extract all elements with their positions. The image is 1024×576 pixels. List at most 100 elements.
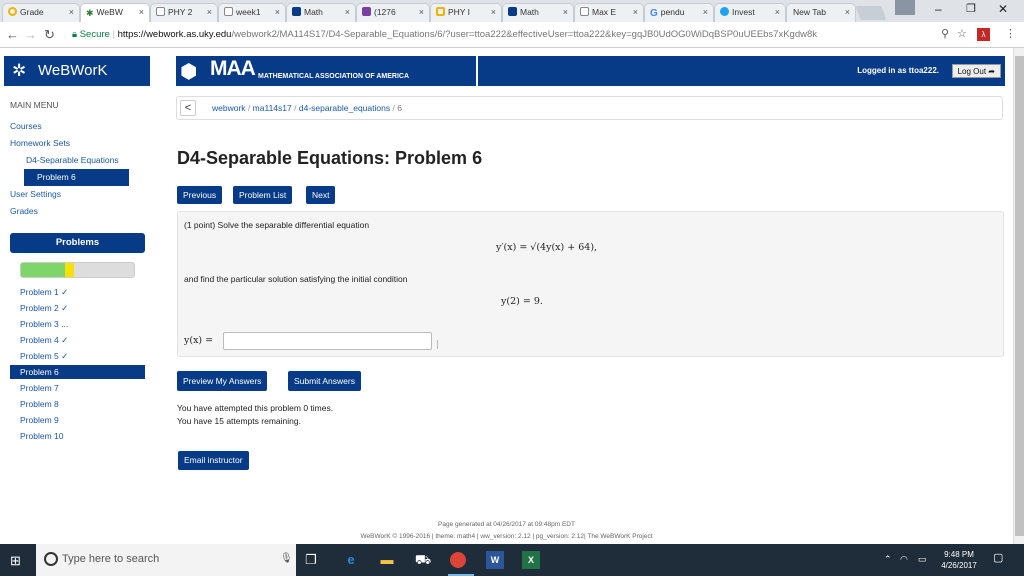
close-icon[interactable]: ×	[703, 7, 708, 17]
breadcrumb-link[interactable]: webwork	[212, 103, 246, 113]
store-icon[interactable]: ⛟	[414, 551, 432, 569]
close-icon[interactable]: ×	[419, 7, 424, 17]
edge-icon[interactable]: e	[342, 551, 360, 569]
page-footer: Page generated at 04/26/2017 at 09:48pm …	[0, 519, 1013, 543]
sidebar-item-courses[interactable]: Courses	[10, 118, 150, 135]
answer-input[interactable]	[223, 332, 432, 350]
problem-list-button[interactable]: Problem List	[233, 186, 293, 204]
browser-tab[interactable]: Math ×	[502, 3, 574, 22]
close-icon[interactable]: ×	[775, 7, 780, 17]
scrollbar-thumb[interactable]	[1015, 56, 1024, 536]
word-icon[interactable]: W	[486, 551, 504, 569]
close-icon[interactable]: ×	[633, 7, 638, 17]
notifications-icon[interactable]: ▢	[993, 553, 1003, 564]
sidebar-item-grades[interactable]: Grades	[10, 203, 150, 220]
battery-icon[interactable]: ▭	[918, 554, 927, 565]
breadcrumb-link[interactable]: ma114s17	[253, 103, 292, 113]
problem-link[interactable]: Problem 7	[10, 380, 150, 396]
problem-link[interactable]: Problem 9	[10, 412, 150, 428]
problem-link[interactable]: Problem 8	[10, 396, 150, 412]
next-button[interactable]: Next	[306, 186, 336, 204]
breadcrumb-link[interactable]: d4-separable_equations	[299, 103, 390, 113]
browser-tab[interactable]: Grade ×	[2, 3, 80, 22]
minimize-icon[interactable]: –	[935, 2, 942, 16]
sidebar-item-homework-sets[interactable]: Homework Sets	[10, 135, 150, 152]
wifi-icon[interactable]: ◠	[900, 554, 908, 565]
page-scrollbar[interactable]	[1013, 48, 1024, 544]
url-field[interactable]: 🔒︎ Secure | https://webwork.as.uky.edu/w…	[72, 25, 928, 45]
browser-tab[interactable]: PHY I ×	[430, 3, 502, 22]
webwork-star-icon: ✲	[12, 61, 27, 80]
problem-link[interactable]: Problem 4 ✓	[10, 332, 150, 348]
pdf-extension-icon[interactable]: λ	[977, 28, 990, 41]
zoom-search-icon[interactable]: ⚲	[941, 27, 949, 40]
logout-button[interactable]: Log Out ➦	[951, 64, 1001, 78]
bookmark-star-icon[interactable]: ☆	[957, 27, 967, 40]
document-icon	[580, 7, 589, 16]
maa-logo[interactable]: ⬢ MAA MATHEMATICAL ASSOCIATION OF AMERIC…	[176, 56, 476, 86]
close-icon[interactable]: ×	[845, 7, 850, 17]
cortana-icon	[44, 552, 58, 566]
tab-label: pendu	[660, 7, 685, 17]
new-tab-button[interactable]	[855, 6, 887, 20]
page-title: D4-Separable Equations: Problem 6	[177, 148, 483, 168]
url-path: /webwork2/MA114S17/D4-Separable_Equation…	[231, 29, 818, 40]
close-window-icon[interactable]: ✕	[998, 2, 1008, 16]
breadcrumb-separator: /	[247, 103, 251, 113]
windows-start-icon[interactable]: ⊞	[10, 553, 24, 568]
browser-tab[interactable]: Invest ×	[714, 3, 786, 22]
square-icon	[436, 7, 445, 16]
tab-label: PHY I	[448, 7, 471, 17]
browser-tab[interactable]: New Tab ×	[786, 3, 856, 22]
excel-icon[interactable]: X	[522, 551, 540, 569]
problem-link[interactable]: Problem 2 ✓	[10, 300, 150, 316]
problem-link-current[interactable]: Problem 6	[10, 365, 145, 379]
show-hidden-icons-icon[interactable]: ⌃	[884, 554, 892, 565]
email-instructor-button[interactable]: Email instructor	[178, 451, 249, 470]
chrome-icon[interactable]	[450, 552, 466, 568]
submit-answers-button[interactable]: Submit Answers	[288, 371, 361, 391]
close-icon[interactable]: ×	[563, 7, 568, 17]
tab-label: Max E	[592, 7, 617, 17]
close-icon[interactable]: ×	[69, 7, 74, 17]
browser-tab[interactable]: PHY 2 ×	[150, 3, 218, 22]
browser-tab[interactable]: Math ×	[286, 3, 356, 22]
problem-link[interactable]: Problem 3 ...	[10, 316, 150, 332]
browser-tab[interactable]: Max E ×	[574, 3, 644, 22]
taskbar-search[interactable]: Type here to search	[36, 544, 296, 576]
browser-tab[interactable]: week1 ×	[218, 3, 286, 22]
close-icon[interactable]: ×	[345, 7, 350, 17]
close-icon[interactable]: ×	[491, 7, 496, 17]
forward-arrow-icon[interactable]: →	[24, 27, 37, 42]
close-icon[interactable]: ×	[275, 7, 280, 17]
sidebar-item-user-settings[interactable]: User Settings	[10, 186, 150, 203]
browser-tab-bar: Grade × ✱ WeBW × PHY 2 × week1 × Math × (1276 ×…	[0, 0, 1024, 22]
browser-tab[interactable]: Gpendu ×	[644, 3, 714, 22]
clock[interactable]: 9:48 PM 4/26/2017	[936, 549, 982, 571]
reload-icon[interactable]: ↻	[44, 27, 55, 43]
task-view-icon[interactable]: ❐	[302, 551, 320, 569]
microphone-icon[interactable]: 🎙︎	[280, 553, 293, 564]
menu-dots-icon[interactable]: ⋮	[1005, 27, 1016, 40]
uk-logo-icon	[508, 7, 517, 16]
back-arrow-icon[interactable]: ←	[6, 27, 19, 42]
problem-link[interactable]: Problem 5 ✓	[10, 348, 150, 364]
profile-icon[interactable]	[895, 0, 915, 15]
progress-bar	[20, 262, 135, 278]
close-icon[interactable]: ×	[207, 7, 212, 17]
sidebar-item-set[interactable]: D4-Separable Equations	[10, 152, 150, 169]
restore-icon[interactable]: ❐	[966, 2, 976, 15]
previous-button[interactable]: Previous	[177, 186, 223, 204]
preview-answers-button[interactable]: Preview My Answers	[177, 371, 268, 391]
browser-tab[interactable]: ✱ WeBW ×	[80, 3, 150, 22]
document-icon	[156, 7, 165, 16]
close-icon[interactable]: ×	[139, 7, 144, 17]
webwork-logo[interactable]: ✲ WeBWorK	[4, 56, 150, 86]
footer-credits: WeBWorK © 1996-2016 | theme: math4 | ww_…	[360, 533, 653, 540]
sidebar-item-current-problem[interactable]: Problem 6	[24, 169, 129, 186]
browser-tab[interactable]: (1276 ×	[356, 3, 430, 22]
problem-link[interactable]: Problem 10	[10, 428, 150, 444]
file-explorer-icon[interactable]: ▬	[378, 551, 396, 569]
problem-link[interactable]: Problem 1 ✓	[10, 284, 150, 300]
chevron-left-icon[interactable]: <	[180, 100, 196, 116]
